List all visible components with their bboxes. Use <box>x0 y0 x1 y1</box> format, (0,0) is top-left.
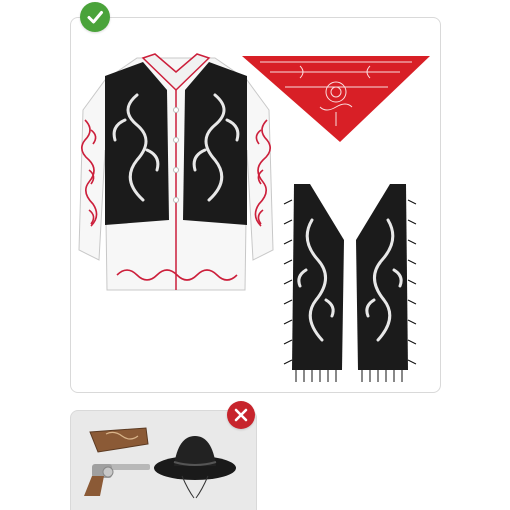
close-icon <box>227 401 255 429</box>
bandana-image <box>242 56 430 142</box>
revolver-image <box>84 464 150 496</box>
holster-image <box>89 427 149 453</box>
cowboy-hat-image <box>154 436 236 499</box>
chaps-image <box>283 184 417 382</box>
checkmark-icon <box>80 2 110 32</box>
